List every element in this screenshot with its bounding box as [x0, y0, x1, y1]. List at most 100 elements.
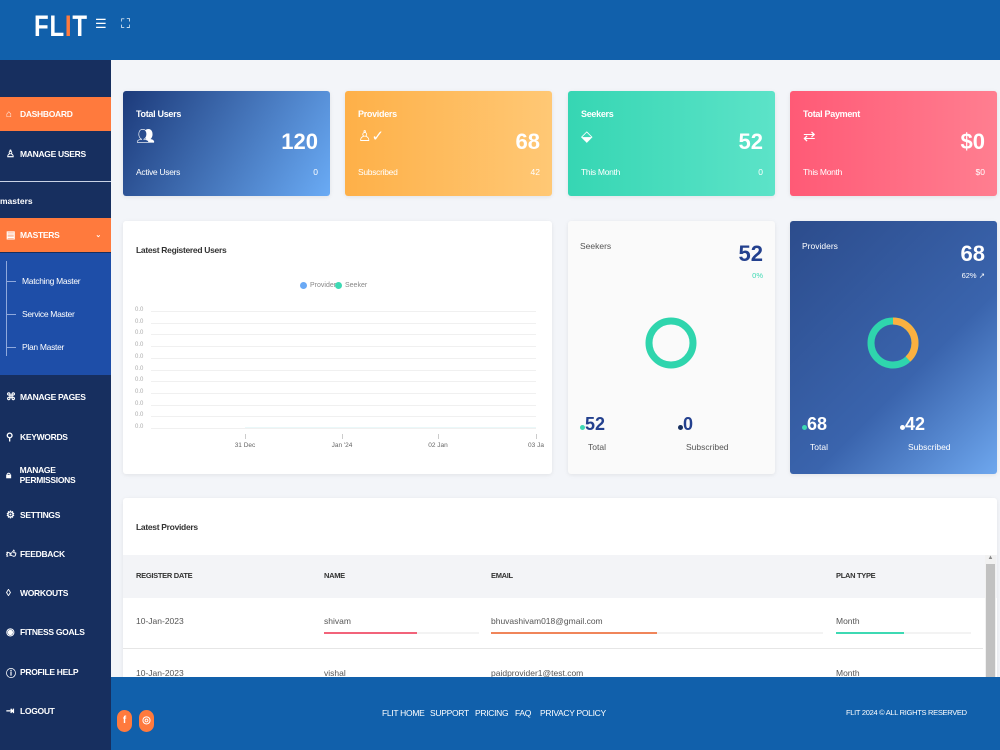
submenu-service-master[interactable]: Service Master: [5, 309, 75, 319]
stat-title: Total Payment: [803, 109, 860, 119]
stat-card-seekers: Seekers ⬙ 52 This Month 0: [568, 91, 775, 196]
x-tick-label: 03 Ja: [528, 442, 544, 449]
value: 42: [905, 414, 926, 434]
sidebar-item-fitness-goals[interactable]: ◉ FITNESS GOALS: [0, 615, 111, 649]
label: KEYWORDS: [20, 432, 68, 442]
footer-link-pricing[interactable]: PRICING: [475, 708, 509, 718]
providers-subscribed: 42: [900, 414, 925, 435]
sidebar-item-dashboard[interactable]: ⌂ DASHBOARD: [0, 97, 111, 131]
value: 52: [585, 414, 606, 434]
providers-total: 68: [802, 414, 827, 435]
value: 68: [807, 414, 828, 434]
label: MANAGE USERS: [20, 149, 86, 159]
tag-icon: ⬙: [581, 128, 593, 145]
x-tick: [536, 434, 537, 439]
sidebar-item-profile-help[interactable]: ⓘ PROFILE HELP: [0, 655, 111, 689]
flit-logo[interactable]: FLIT: [34, 10, 88, 44]
stat-card-total-payment: Total Payment ⇄ $0 This Month $0: [790, 91, 997, 196]
sidebar-item-masters[interactable]: ▤ MASTERS ⌄: [0, 218, 111, 252]
instagram-icon[interactable]: ◎: [139, 710, 154, 732]
y-tick-label: 0.0: [135, 365, 144, 372]
providers-percent: 62% ↗: [962, 271, 985, 280]
stat-value: $0: [960, 129, 985, 154]
label: Total: [810, 442, 828, 452]
x-tick: [342, 434, 343, 439]
gridline: [151, 334, 536, 336]
x-tick-label: 31 Dec: [234, 442, 256, 449]
copyright: FLIT 2024 © ALL RIGHTS RESERVED: [846, 708, 967, 717]
sidebar-item-workouts[interactable]: ◊ WORKOUTS: [0, 576, 111, 610]
card-title: Seekers: [580, 241, 612, 251]
logout-icon: ⇥: [6, 705, 15, 717]
scrollbar[interactable]: ▲: [985, 555, 996, 688]
scroll-up-icon[interactable]: ▲: [985, 555, 996, 561]
label: MANAGE PERMISSIONS: [19, 465, 76, 485]
col-plan-type: PLAN TYPE: [836, 571, 876, 580]
col-name: NAME: [324, 571, 345, 580]
label: PROFILE HELP: [20, 667, 79, 677]
footer-link-privacy-policy[interactable]: PRIVACY POLICY: [540, 708, 606, 718]
sidebar-item-feedback[interactable]: 👍︎ FEEDBACK: [0, 537, 111, 571]
x-tick-label: 02 Jan: [428, 442, 448, 449]
y-tick-label: 0.0: [135, 388, 144, 395]
label: SETTINGS: [20, 510, 61, 520]
x-tick: [438, 434, 439, 439]
submenu-matching-master[interactable]: Matching Master: [5, 276, 81, 286]
stat-value: 52: [738, 129, 763, 154]
sidebar-item-settings[interactable]: ⚙ SETTINGS: [0, 498, 111, 532]
name-bar: [324, 632, 479, 634]
email-bar: [491, 632, 823, 634]
sidebar-item-manage-permissions[interactable]: 🔒︎ MANAGE PERMISSIONS: [0, 458, 111, 492]
stat-value: 68: [515, 129, 540, 154]
sidebar-item-keywords[interactable]: ⚲ KEYWORDS: [0, 420, 111, 454]
table-title: Latest Providers: [136, 522, 198, 532]
value: 62%: [961, 271, 977, 280]
seekers-total: 52: [580, 414, 605, 435]
gridline: [151, 369, 536, 371]
gridline: [151, 381, 536, 383]
sidebar-item-manage-users[interactable]: ♙ MANAGE USERS: [0, 137, 111, 171]
stat-sub-label: This Month: [803, 167, 843, 177]
gridline: [151, 392, 536, 394]
footer-link-faq[interactable]: FAQ: [515, 708, 531, 718]
gear-icon: ⚙: [6, 509, 15, 521]
lock-icon: 🔒︎: [6, 469, 12, 481]
scrollbar-thumb[interactable]: [986, 564, 995, 684]
stat-card-providers: Providers ♙✓ 68 Subscribed 42: [345, 91, 552, 196]
footer-link-flit-home[interactable]: FLIT HOME: [382, 708, 425, 718]
user-icon: ♙: [6, 148, 15, 160]
sidebar-item-manage-pages[interactable]: ⌘ MANAGE PAGES: [0, 380, 111, 414]
plan-bar: [836, 632, 971, 634]
user-check-icon: ♙✓: [358, 128, 385, 145]
home-icon: ⌂: [6, 108, 12, 120]
col-email: EMAIL: [491, 571, 513, 580]
drop-icon: ◊: [6, 587, 11, 599]
sidebar-item-logout[interactable]: ⇥ LOGOUT: [0, 694, 111, 728]
target-icon: ◉: [6, 626, 15, 638]
submenu-plan-master[interactable]: Plan Master: [5, 342, 64, 352]
fullscreen-icon[interactable]: ⛶: [121, 16, 130, 32]
stat-title: Total Users: [136, 109, 182, 119]
donut-ring: [645, 317, 697, 369]
gridline: [151, 322, 536, 324]
repeat-icon: ⇄: [803, 128, 816, 145]
x-tick-label: Jan '24: [331, 442, 353, 449]
keywords-icon: ⚲: [6, 431, 14, 443]
stat-sub-value: $0: [975, 167, 985, 177]
sidebar: ⌂ DASHBOARD ♙ MANAGE USERS masters ▤ MASTER…: [0, 60, 111, 750]
latest-providers-table: Latest Providers REGISTER DATE NAME EMAI…: [123, 498, 997, 688]
stat-sub-value: 0: [313, 167, 318, 177]
y-tick-label: 0.0: [135, 400, 144, 407]
stat-value: 120: [281, 129, 318, 154]
stat-title: Seekers: [581, 109, 614, 119]
y-tick-label: 0.0: [135, 330, 144, 337]
gridline: [151, 357, 536, 359]
footer-link-support[interactable]: SUPPORT: [430, 708, 469, 718]
facebook-icon[interactable]: f: [117, 710, 132, 732]
trend-up-icon: ↗: [978, 271, 985, 280]
stat-card-total-users: Total Users 👥︎ 120 Active Users 0: [123, 91, 330, 196]
menu-icon[interactable]: ☰: [95, 16, 107, 32]
latest-registered-users-chart: Latest Registered Users Provider Seeker …: [123, 221, 552, 474]
stat-sub-label: This Month: [581, 167, 621, 177]
providers-donut: [867, 317, 919, 369]
